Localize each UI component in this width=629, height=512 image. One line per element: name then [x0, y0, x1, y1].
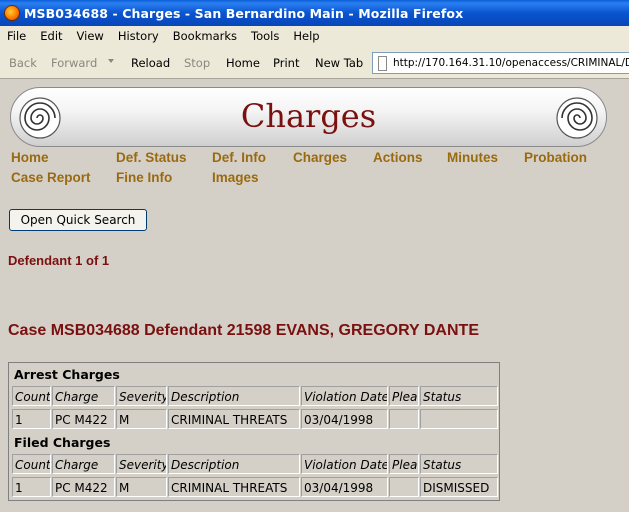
column-header: Description — [168, 386, 300, 406]
nav-link-charges[interactable]: Charges — [293, 150, 347, 165]
menu-bookmarks[interactable]: Bookmarks — [173, 29, 237, 43]
menu-view[interactable]: View — [77, 29, 104, 43]
new-tab-button[interactable]: New Tab — [315, 56, 363, 70]
column-header: Count — [12, 454, 51, 474]
cell-violation-date: 03/04/1998 — [301, 477, 388, 497]
reload-button[interactable]: Reload — [131, 56, 170, 70]
column-header: Charge — [52, 386, 115, 406]
column-header: Status — [420, 386, 498, 406]
filed-charges-label: Filed Charges — [14, 435, 111, 450]
window-title-bar: MSB034688 - Charges - San Bernardino Mai… — [0, 0, 629, 26]
page-content: Charges Home Def. Status Def. Info Charg… — [0, 80, 629, 512]
navigation-toolbar: Back Forward Reload Stop Home Print New … — [0, 46, 629, 79]
filed-charges-section: Filed Charges — [12, 433, 498, 453]
menu-tools[interactable]: Tools — [251, 29, 279, 43]
column-header: Violation Date — [301, 454, 388, 474]
cell-count: 1 — [12, 477, 51, 497]
cell-description: CRIMINAL THREATS — [168, 409, 300, 429]
page-heading: Charges — [240, 97, 377, 135]
firefox-icon — [4, 5, 20, 21]
column-header: Charge — [52, 454, 115, 474]
column-header: Description — [168, 454, 300, 474]
home-button[interactable]: Home — [226, 56, 260, 70]
print-button[interactable]: Print — [273, 56, 299, 70]
nav-link-fine-info[interactable]: Fine Info — [116, 170, 172, 185]
column-header: Plea — [389, 386, 419, 406]
nav-link-actions[interactable]: Actions — [373, 150, 423, 165]
column-header: Severity — [116, 454, 167, 474]
cell-severity: M — [116, 477, 167, 497]
cell-plea — [389, 409, 419, 429]
nav-link-probation[interactable]: Probation — [524, 150, 587, 165]
back-button[interactable]: Back — [9, 56, 37, 70]
address-url[interactable]: http://170.164.31.10/openaccess/CRIMINAL… — [393, 57, 629, 69]
nav-link-images[interactable]: Images — [212, 170, 259, 185]
column-header: Plea — [389, 454, 419, 474]
cell-severity: M — [116, 409, 167, 429]
open-quick-search-button[interactable]: Open Quick Search — [9, 209, 147, 231]
menu-bar: File Edit View History Bookmarks Tools H… — [0, 26, 629, 46]
page-nav: Home Def. Status Def. Info Charges Actio… — [11, 149, 621, 191]
cell-status — [420, 409, 498, 429]
address-bar[interactable]: http://170.164.31.10/openaccess/CRIMINAL… — [372, 52, 629, 74]
nav-link-def-status[interactable]: Def. Status — [116, 150, 187, 165]
column-header: Count — [12, 386, 51, 406]
forward-button[interactable]: Forward — [51, 56, 97, 70]
cell-count: 1 — [12, 409, 51, 429]
menu-help[interactable]: Help — [293, 29, 319, 43]
column-header: Violation Date — [301, 386, 388, 406]
page-icon — [378, 55, 387, 71]
menu-history[interactable]: History — [118, 29, 159, 43]
case-heading: Case MSB034688 Defendant 21598 EVANS, GR… — [8, 322, 479, 339]
cell-description: CRIMINAL THREATS — [168, 477, 300, 497]
menu-file[interactable]: File — [7, 29, 26, 43]
cell-violation-date: 03/04/1998 — [301, 409, 388, 429]
nav-link-case-report[interactable]: Case Report — [11, 170, 91, 185]
column-header: Severity — [116, 386, 167, 406]
stop-button[interactable]: Stop — [184, 56, 210, 70]
cell-charge: PC M422 — [52, 477, 115, 497]
cell-status: DISMISSED — [420, 477, 498, 497]
charges-table: Arrest Charges Count Charge Severity Des… — [8, 362, 500, 501]
arrest-charges-label: Arrest Charges — [14, 367, 120, 382]
menu-edit[interactable]: Edit — [40, 29, 62, 43]
forward-dropdown-icon[interactable] — [108, 59, 114, 63]
nav-link-def-info[interactable]: Def. Info — [212, 150, 266, 165]
page-banner: Charges — [10, 87, 607, 147]
cell-charge: PC M422 — [52, 409, 115, 429]
nav-link-home[interactable]: Home — [11, 150, 49, 165]
arrest-charges-section: Arrest Charges — [12, 365, 498, 385]
nav-link-minutes[interactable]: Minutes — [447, 150, 498, 165]
window-title: MSB034688 - Charges - San Bernardino Mai… — [24, 5, 464, 21]
cell-plea — [389, 477, 419, 497]
defendant-count: Defendant 1 of 1 — [8, 253, 110, 268]
column-header: Status — [420, 454, 498, 474]
